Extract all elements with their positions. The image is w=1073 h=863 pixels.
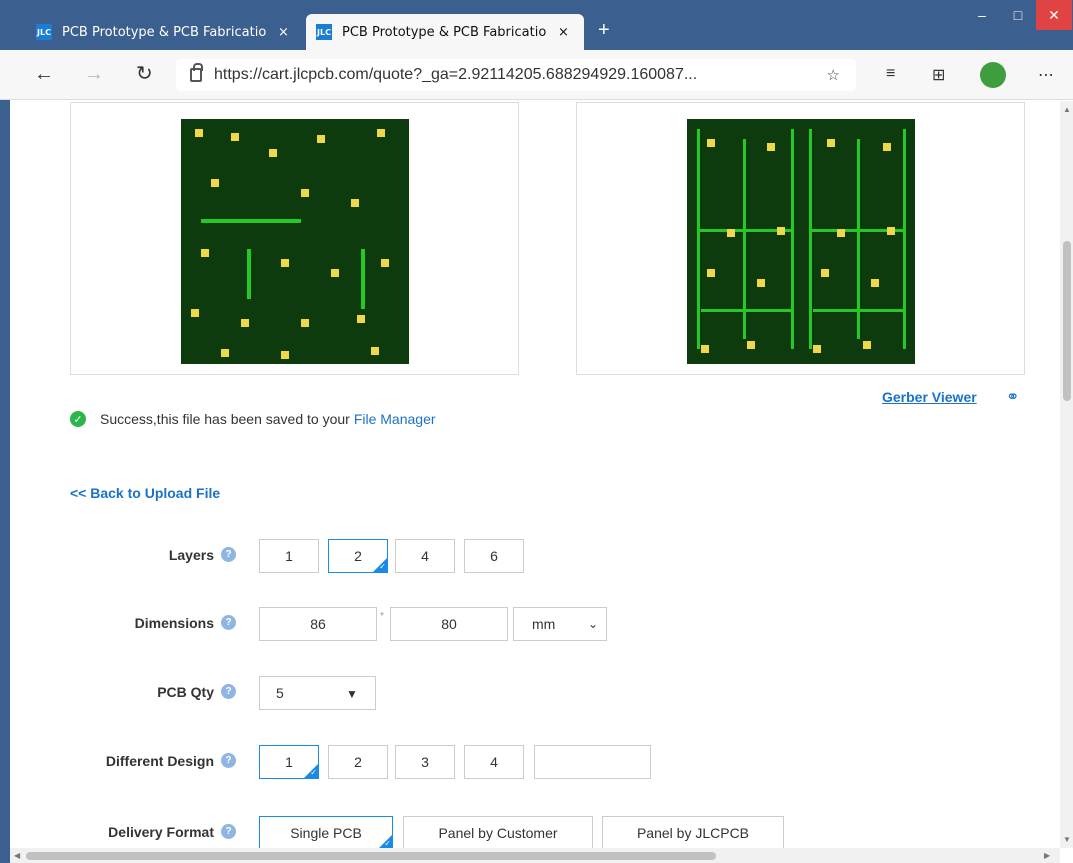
layers-option-6[interactable]: 6: [464, 539, 524, 573]
forward-arrow-icon[interactable]: →: [84, 62, 104, 86]
pcb-bottom-image: [687, 119, 915, 364]
dimension-unit-select[interactable]: mm ⌄: [513, 607, 607, 641]
tab-1[interactable]: JLC PCB Prototype & PCB Fabricatio ×: [26, 14, 300, 50]
design-custom-input[interactable]: [534, 745, 651, 779]
pcb-bottom-preview: [576, 102, 1025, 375]
tab-2-active[interactable]: JLC PCB Prototype & PCB Fabricatio ×: [306, 14, 584, 50]
help-icon[interactable]: ?: [221, 547, 236, 562]
delivery-format-label: Delivery Format: [108, 824, 214, 840]
vertical-scrollbar[interactable]: ▲ ▼: [1060, 101, 1073, 848]
delivery-panel-by-jlcpcb[interactable]: Panel by JLCPCB: [602, 816, 784, 848]
pcb-top-preview: [70, 102, 519, 375]
tab-title: PCB Prototype & PCB Fabricatio: [62, 24, 267, 40]
scroll-up-icon[interactable]: ▲: [1063, 105, 1071, 114]
dimension-width-input[interactable]: 86: [259, 607, 377, 641]
caret-down-icon: ▼: [346, 687, 358, 701]
gerber-viewer-icon[interactable]: ⚭: [1006, 387, 1019, 407]
success-text: Success,this file has been saved to your: [100, 411, 350, 427]
more-icon[interactable]: ⋯: [1038, 65, 1054, 85]
chevron-down-icon: ⌄: [588, 617, 599, 631]
jlc-favicon-icon: JLC: [316, 24, 332, 40]
close-tab-icon[interactable]: ×: [278, 25, 289, 40]
title-bar: JLC PCB Prototype & PCB Fabricatio × JLC…: [0, 0, 1073, 50]
help-icon[interactable]: ?: [221, 615, 236, 630]
favorites-icon[interactable]: ≡: [886, 65, 895, 83]
pcb-qty-row: PCB Qty ? 5 ▼: [10, 676, 1060, 710]
delivery-panel-by-customer[interactable]: Panel by Customer: [403, 816, 593, 848]
new-tab-button[interactable]: +: [598, 20, 610, 40]
vertical-scroll-thumb[interactable]: [1063, 241, 1071, 401]
pcb-qty-select[interactable]: 5 ▼: [259, 676, 376, 710]
browser-toolbar: ← → ↻ https://cart.jlcpcb.com/quote?_ga=…: [0, 50, 1073, 100]
layers-label: Layers: [168, 547, 214, 563]
different-design-label: Different Design: [105, 753, 214, 769]
option-value: 2: [354, 548, 362, 564]
selected-check-icon: ✓: [310, 768, 317, 777]
help-icon[interactable]: ?: [221, 684, 236, 699]
success-message: ✓ Success,this file has been saved to yo…: [70, 411, 436, 427]
url-text: https://cart.jlcpcb.com/quote?_ga=2.9211…: [214, 66, 698, 83]
profile-avatar[interactable]: [980, 62, 1006, 88]
gerber-viewer-link[interactable]: Gerber Viewer: [882, 389, 977, 405]
option-value: 1: [285, 754, 293, 770]
layers-option-2[interactable]: 2 ✓: [328, 539, 388, 573]
design-option-1[interactable]: 1 ✓: [259, 745, 319, 779]
design-option-2[interactable]: 2: [328, 745, 388, 779]
pcb-qty-value: 5: [276, 685, 284, 701]
lock-icon: [190, 63, 203, 82]
different-design-row: Different Design ? 1 ✓ 2 3 4: [10, 745, 1060, 779]
page-viewport: Gerber Viewer ⚭ ✓ Success,this file has …: [10, 101, 1060, 848]
design-option-4[interactable]: 4: [464, 745, 524, 779]
scroll-right-icon[interactable]: ▶: [1044, 851, 1050, 860]
pcb-qty-label: PCB Qty: [157, 684, 214, 700]
file-manager-link[interactable]: File Manager: [354, 411, 436, 427]
help-icon[interactable]: ?: [221, 824, 236, 839]
back-to-upload-link[interactable]: << Back to Upload File: [70, 485, 220, 501]
horizontal-scrollbar[interactable]: ◀ ▶: [10, 848, 1060, 863]
horizontal-scroll-thumb[interactable]: [26, 852, 716, 860]
close-window-button[interactable]: ✕: [1036, 0, 1072, 30]
collections-icon[interactable]: ⊞: [932, 65, 945, 85]
selected-check-icon: ✓: [379, 562, 386, 571]
browser-window: JLC PCB Prototype & PCB Fabricatio × JLC…: [0, 0, 1073, 863]
design-option-3[interactable]: 3: [395, 745, 455, 779]
minimize-button[interactable]: –: [964, 0, 1000, 30]
dimensions-row: Dimensions ? 86 * 80 mm ⌄: [10, 607, 1060, 641]
tab-title: PCB Prototype & PCB Fabricatio: [342, 24, 547, 40]
dimension-height-input[interactable]: 80: [390, 607, 508, 641]
unit-value: mm: [532, 616, 556, 632]
back-arrow-icon[interactable]: ←: [34, 62, 54, 86]
maximize-button[interactable]: □: [1000, 0, 1036, 30]
dimensions-label: Dimensions: [134, 615, 214, 631]
scroll-left-icon[interactable]: ◀: [14, 851, 20, 860]
pcb-top-image: [181, 119, 409, 364]
jlc-favicon-icon: JLC: [36, 24, 52, 40]
delivery-single-pcb[interactable]: Single PCB ✓: [259, 816, 393, 848]
close-tab-icon[interactable]: ×: [558, 25, 569, 40]
selected-check-icon: ✓: [384, 839, 391, 848]
layers-option-1[interactable]: 1: [259, 539, 319, 573]
scroll-down-icon[interactable]: ▼: [1063, 835, 1071, 844]
layers-option-4[interactable]: 4: [395, 539, 455, 573]
dimension-separator: *: [380, 611, 384, 622]
option-value: Single PCB: [290, 825, 362, 841]
refresh-icon[interactable]: ↻: [136, 62, 153, 86]
address-bar[interactable]: https://cart.jlcpcb.com/quote?_ga=2.9211…: [176, 59, 856, 91]
success-check-icon: ✓: [70, 411, 86, 427]
layers-row: Layers ? 1 2 ✓ 4 6: [10, 539, 1060, 573]
window-left-border: [0, 100, 10, 863]
favorite-star-icon[interactable]: ☆: [827, 66, 840, 84]
help-icon[interactable]: ?: [221, 753, 236, 768]
delivery-format-row: Delivery Format ? Single PCB ✓ Panel by C…: [10, 816, 1060, 848]
